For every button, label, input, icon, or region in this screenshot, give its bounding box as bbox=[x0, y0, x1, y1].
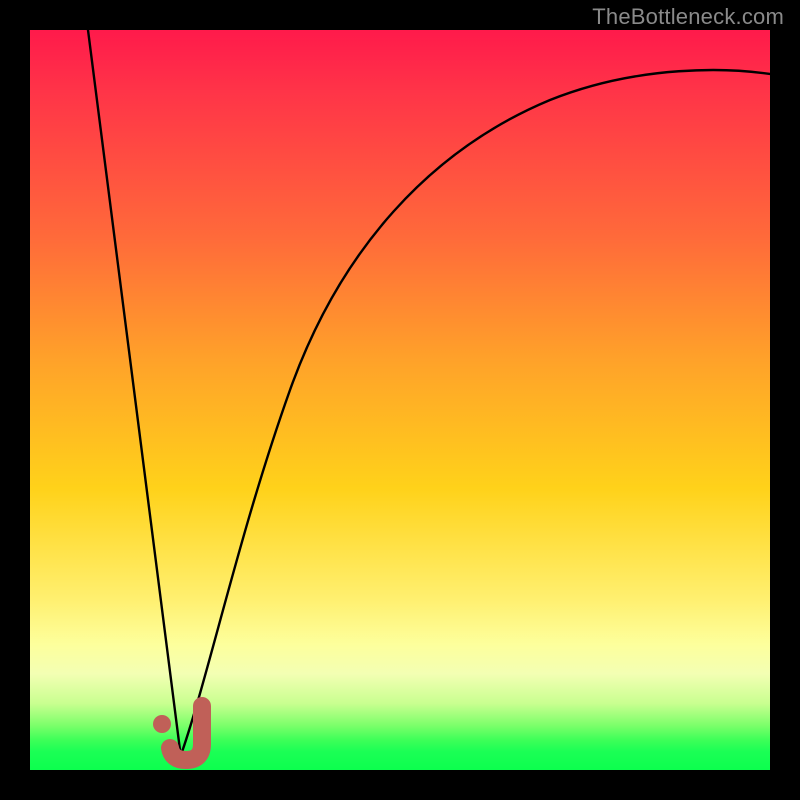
plot-area bbox=[30, 30, 770, 770]
bottleneck-curve-right bbox=[182, 70, 770, 752]
minimum-marker-dot-icon bbox=[153, 715, 171, 733]
bottleneck-curve-left bbox=[88, 30, 180, 750]
chart-frame: TheBottleneck.com bbox=[0, 0, 800, 800]
curve-layer bbox=[30, 30, 770, 770]
watermark-text: TheBottleneck.com bbox=[592, 4, 784, 30]
